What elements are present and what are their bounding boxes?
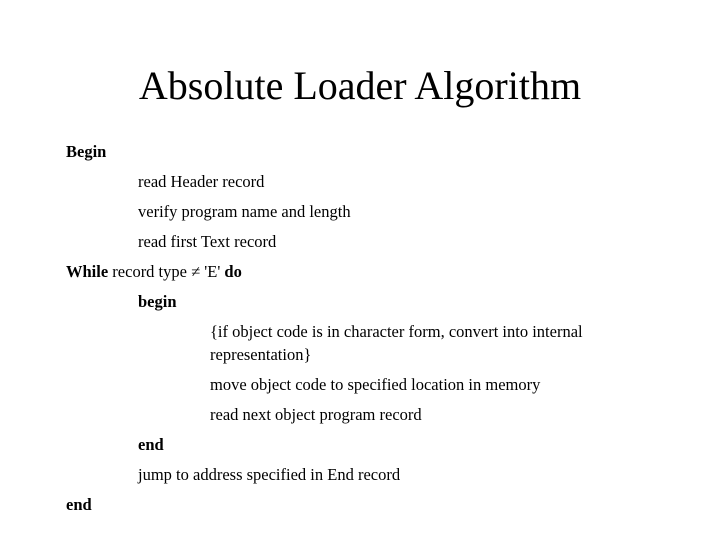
stmt-if-convert: {if object code is in character form, co… [210,320,640,368]
kw-end-inner: end [138,433,666,457]
while-line: While record type ≠ 'E' do [66,260,666,284]
stmt-read-first-text: read first Text record [138,230,666,254]
kw-do: do [224,262,241,281]
stmt-read-next: read next object program record [210,403,666,427]
stmt-move-obj: move object code to specified location i… [210,373,666,397]
stmt-jump: jump to address specified in End record [138,463,666,487]
stmt-verify: verify program name and length [138,200,666,224]
algorithm-body: Begin read Header record verify program … [66,140,666,523]
slide-title: Absolute Loader Algorithm [0,62,720,109]
kw-while: While [66,262,108,281]
kw-begin: Begin [66,140,666,164]
stmt-read-header: read Header record [138,170,666,194]
slide: Absolute Loader Algorithm Begin read Hea… [0,0,720,540]
while-condition: record type ≠ 'E' [108,262,224,281]
kw-begin-inner: begin [138,290,666,314]
kw-end: end [66,493,666,517]
